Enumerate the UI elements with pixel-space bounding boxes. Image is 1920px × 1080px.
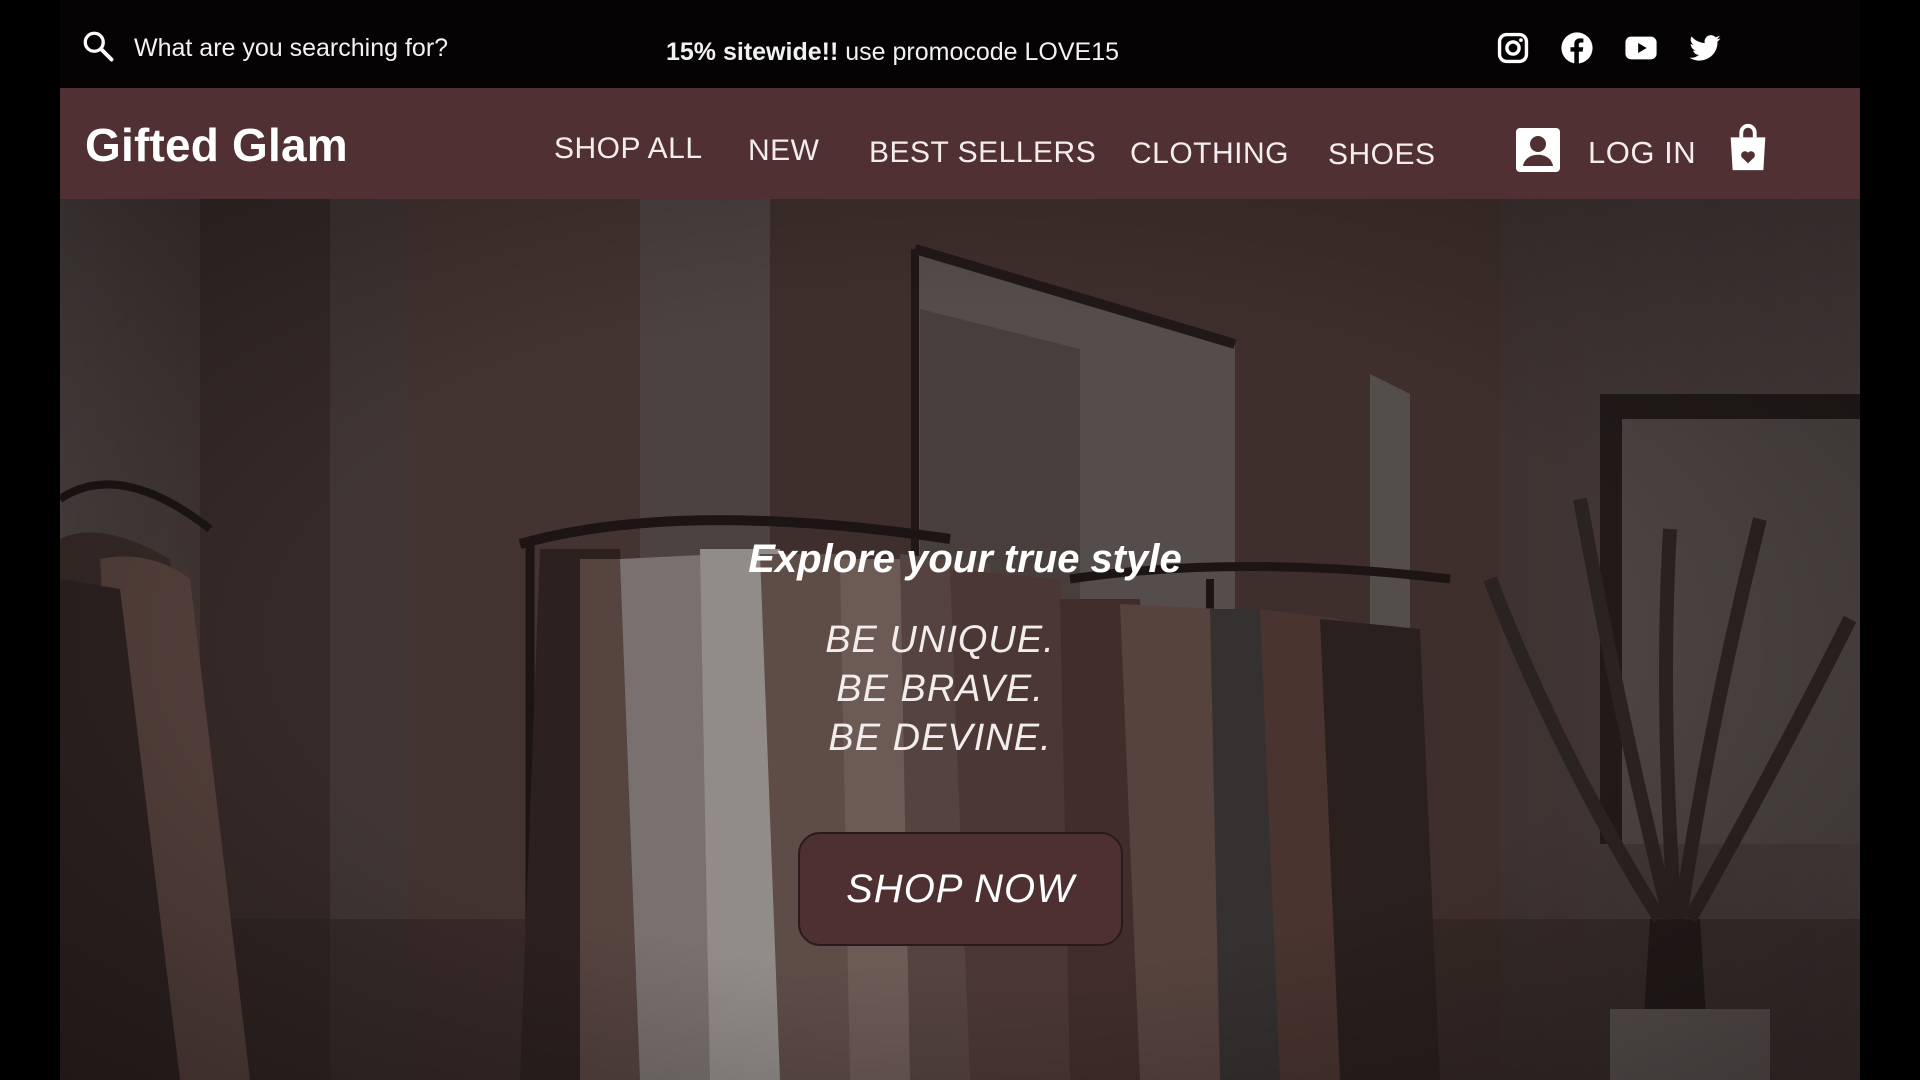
tagline-line-3: BE DEVINE. [828,717,1052,759]
announcement-bar: What are you searching for? 15% sitewide… [60,0,1860,88]
account-icon[interactable] [1514,126,1562,179]
nav-clothing[interactable]: CLOTHING [1130,137,1289,171]
site-logo[interactable]: Gifted Glam [85,118,348,172]
youtube-icon[interactable] [1624,31,1658,65]
hero-banner: Explore your true style BE UNIQUE. BE BR… [60,199,1860,1080]
search-bar[interactable]: What are you searching for? [80,28,448,69]
login-label[interactable]: LOG IN [1588,135,1696,171]
promo-text: use promocode LOVE15 [838,38,1120,66]
tagline-line-1: BE UNIQUE. [825,619,1055,661]
facebook-icon[interactable] [1560,31,1594,65]
nav-new[interactable]: NEW [748,134,820,168]
social-links [1496,31,1722,65]
promo-highlight: 15% sitewide!! [666,38,839,66]
nav-shop-all[interactable]: SHOP ALL [554,132,703,166]
nav-shoes[interactable]: SHOES [1328,138,1436,172]
page-frame: What are you searching for? 15% sitewide… [60,0,1860,1080]
hero-title: Explore your true style [748,537,1182,581]
search-input[interactable]: What are you searching for? [134,34,448,63]
search-icon[interactable] [80,28,116,69]
shopping-bag-icon[interactable] [1728,122,1768,177]
main-navigation: Gifted Glam SHOP ALL NEW BEST SELLERS CL… [60,88,1860,199]
promo-banner: 15% sitewide!! use promocode LOVE15 [666,38,1119,67]
shop-now-button[interactable]: SHOP NOW [798,832,1123,946]
nav-best-sellers[interactable]: BEST SELLERS [869,136,1096,170]
instagram-icon[interactable] [1496,31,1530,65]
tagline-line-2: BE BRAVE. [836,668,1044,710]
twitter-icon[interactable] [1688,31,1722,65]
login-button[interactable]: LOG IN [1514,126,1696,179]
